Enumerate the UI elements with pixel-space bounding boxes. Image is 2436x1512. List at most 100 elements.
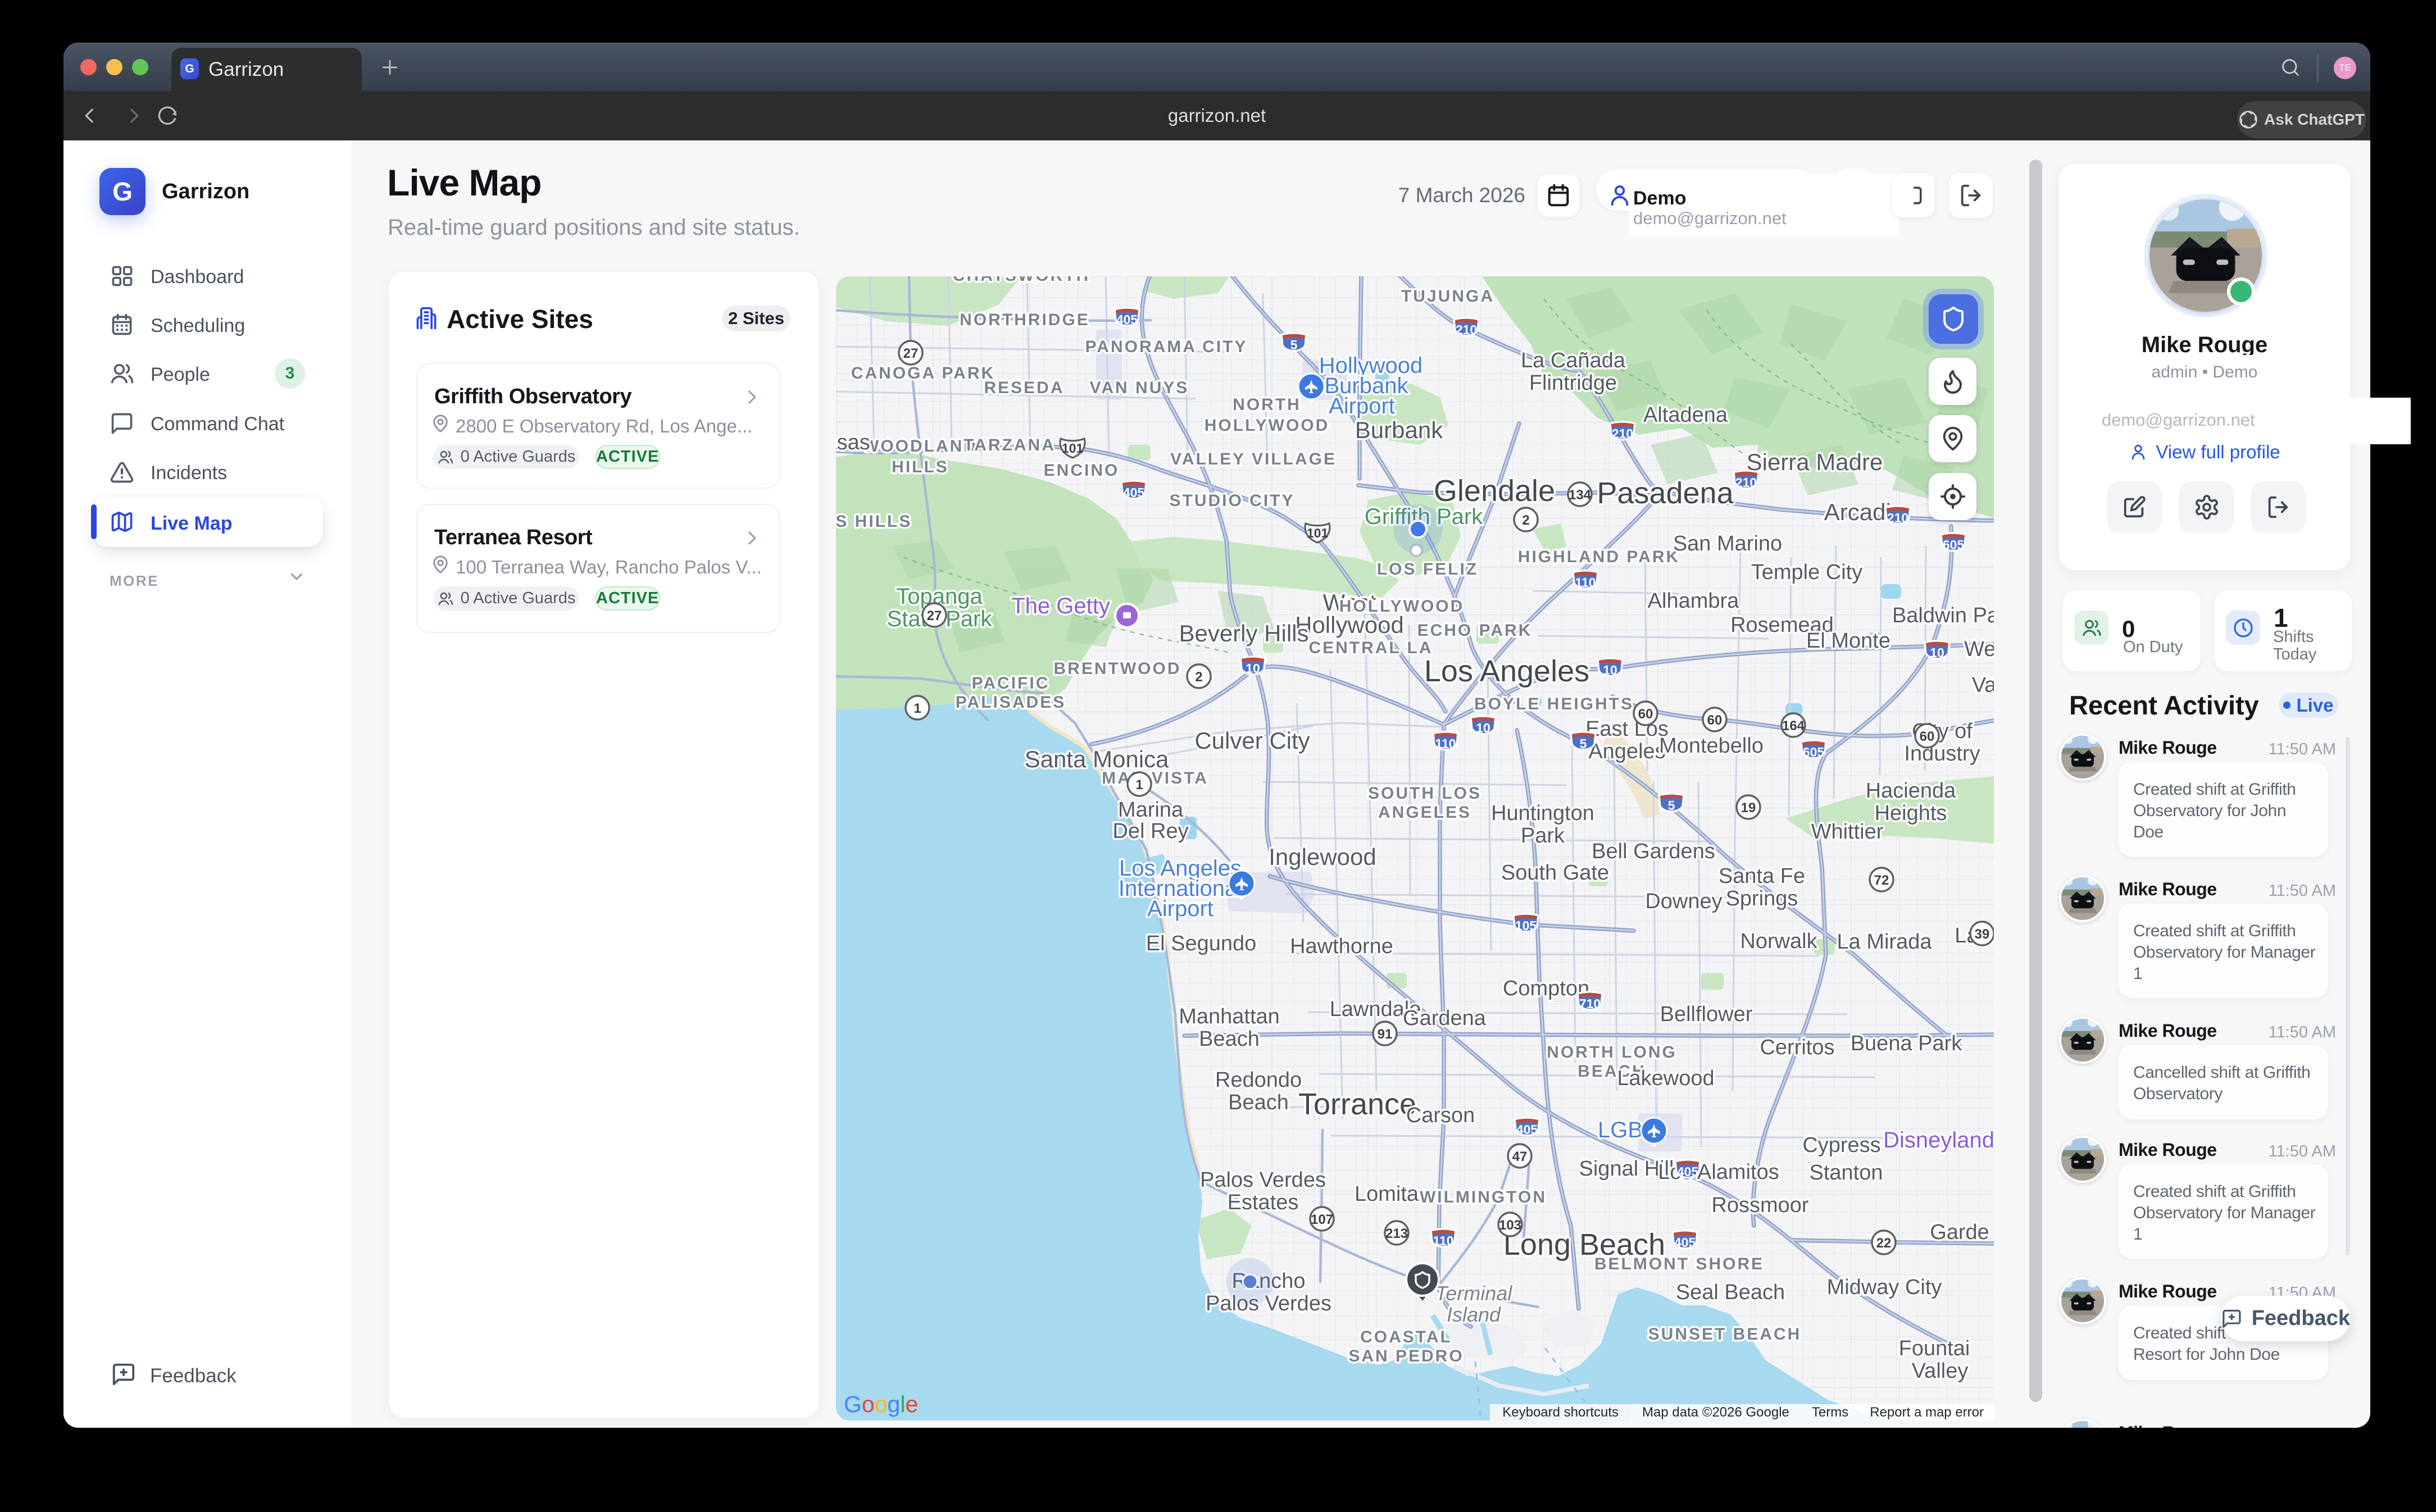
svg-text:VALLEY VILLAGE: VALLEY VILLAGE	[1170, 450, 1337, 468]
svg-text:39: 39	[1975, 927, 1990, 942]
svg-text:72: 72	[1874, 873, 1889, 888]
svg-text:Midway City: Midway City	[1827, 1276, 1942, 1299]
svg-text:103: 103	[1499, 1218, 1521, 1233]
svg-text:Valley: Valley	[1912, 1359, 1969, 1383]
svg-text:Torrance: Torrance	[1298, 1087, 1416, 1121]
svg-text:Gardena: Gardena	[1403, 1007, 1487, 1030]
svg-text:Vali: Vali	[1972, 673, 1994, 697]
svg-text:SUNSET BEACH: SUNSET BEACH	[1648, 1325, 1802, 1344]
svg-text:Norwalk: Norwalk	[1740, 930, 1817, 953]
svg-text:Carson: Carson	[1406, 1104, 1475, 1127]
svg-text:CANOGA PARK: CANOGA PARK	[851, 364, 995, 382]
svg-text:Airport: Airport	[1147, 896, 1214, 921]
svg-text:RESEDA: RESEDA	[984, 379, 1064, 397]
svg-text:Seal Beach: Seal Beach	[1676, 1281, 1785, 1304]
svg-text:La Mirada: La Mirada	[1837, 930, 1933, 954]
svg-text:1: 1	[1135, 777, 1143, 793]
svg-text:164: 164	[1782, 718, 1805, 734]
svg-text:2: 2	[1522, 513, 1529, 528]
svg-text:PALISADES: PALISADES	[956, 693, 1066, 712]
svg-text:CENTRAL LA: CENTRAL LA	[1308, 639, 1433, 657]
svg-text:Inglewood: Inglewood	[1269, 844, 1376, 870]
svg-text:NORTH LONG: NORTH LONG	[1547, 1043, 1677, 1062]
svg-text:Santa Monica: Santa Monica	[1025, 746, 1169, 772]
svg-text:210: 210	[1612, 426, 1633, 441]
svg-text:10: 10	[1603, 663, 1617, 677]
svg-text:27: 27	[903, 346, 919, 361]
svg-text:El Monte: El Monte	[1806, 629, 1890, 653]
svg-text:Beach: Beach	[1199, 1027, 1260, 1051]
svg-text:27: 27	[927, 608, 942, 623]
svg-text:Fountai: Fountai	[1899, 1337, 1970, 1360]
svg-text:405: 405	[1116, 312, 1138, 327]
svg-text:Whittier: Whittier	[1811, 820, 1884, 844]
svg-text:134: 134	[1569, 488, 1592, 503]
svg-text:210: 210	[1456, 322, 1477, 337]
svg-text:Marina: Marina	[1118, 798, 1184, 822]
svg-text:605: 605	[1803, 745, 1825, 759]
svg-text:Los Angeles: Los Angeles	[1424, 654, 1589, 688]
svg-text:Beverly Hills: Beverly Hills	[1179, 620, 1308, 646]
svg-text:Hacienda: Hacienda	[1866, 779, 1956, 803]
svg-text:MAR VISTA: MAR VISTA	[1102, 769, 1208, 787]
svg-text:10: 10	[1930, 645, 1944, 660]
svg-text:La Cañada: La Cañada	[1521, 349, 1626, 372]
svg-text:AS HILLS: AS HILLS	[836, 512, 912, 531]
svg-text:Angeles: Angeles	[1588, 740, 1665, 763]
svg-text:60: 60	[1920, 729, 1935, 744]
svg-text:STUDIO CITY: STUDIO CITY	[1169, 491, 1294, 510]
svg-text:Cypress: Cypress	[1802, 1133, 1880, 1157]
svg-text:Terminal: Terminal	[1435, 1282, 1513, 1305]
svg-text:ANGELES: ANGELES	[1378, 803, 1471, 822]
svg-text:10: 10	[1476, 721, 1490, 735]
svg-text:107: 107	[1311, 1212, 1333, 1227]
svg-text:Sierra Madre: Sierra Madre	[1747, 449, 1883, 475]
svg-text:110: 110	[1575, 575, 1596, 590]
svg-text:HIGHLAND PARK: HIGHLAND PARK	[1518, 548, 1680, 566]
svg-text:Island: Island	[1447, 1303, 1501, 1326]
svg-text:Huntington: Huntington	[1491, 801, 1594, 825]
svg-text:BOYLE HEIGHTS: BOYLE HEIGHTS	[1474, 695, 1634, 713]
svg-text:HILLS: HILLS	[892, 458, 949, 476]
svg-text:East Los: East Los	[1585, 717, 1669, 741]
svg-text:TUJUNGA: TUJUNGA	[1401, 287, 1494, 306]
svg-text:110: 110	[1435, 736, 1456, 751]
svg-text:213: 213	[1385, 1226, 1408, 1241]
svg-text:Montebello: Montebello	[1659, 734, 1764, 758]
svg-text:LGB: LGB	[1598, 1118, 1643, 1142]
svg-text:Rossmoor: Rossmoor	[1711, 1194, 1808, 1217]
svg-text:Flintridge: Flintridge	[1529, 371, 1617, 395]
svg-text:WOODLAND: WOODLAND	[863, 437, 978, 456]
svg-text:Heights: Heights	[1875, 801, 1947, 825]
svg-text:COASTAL: COASTAL	[1360, 1328, 1452, 1346]
svg-text:San Marino: San Marino	[1673, 532, 1782, 555]
svg-text:Buena Park: Buena Park	[1851, 1032, 1963, 1055]
svg-text:Industry: Industry	[1904, 742, 1980, 766]
svg-text:Hollywood: Hollywood	[1295, 612, 1404, 638]
svg-text:Park: Park	[1521, 824, 1565, 848]
svg-text:47: 47	[1512, 1149, 1528, 1164]
svg-text:SAN PEDRO: SAN PEDRO	[1348, 1347, 1464, 1365]
svg-text:101: 101	[1062, 441, 1084, 456]
svg-text:5: 5	[1668, 798, 1675, 813]
svg-text:10: 10	[1246, 661, 1260, 676]
svg-text:LOS FELIZ: LOS FELIZ	[1377, 560, 1478, 579]
svg-text:Manhattan: Manhattan	[1179, 1005, 1280, 1028]
svg-text:TARZANA: TARZANA	[964, 436, 1056, 454]
svg-text:60: 60	[1638, 707, 1653, 722]
svg-text:105: 105	[1515, 918, 1537, 933]
svg-text:Santa Fe: Santa Fe	[1719, 864, 1805, 888]
svg-text:El Segundo: El Segundo	[1146, 932, 1257, 955]
svg-text:Bell Gardens: Bell Gardens	[1592, 840, 1715, 863]
svg-text:Pasadena: Pasadena	[1597, 476, 1734, 510]
svg-text:22: 22	[1876, 1236, 1892, 1251]
svg-text:19: 19	[1741, 800, 1756, 816]
svg-text:210: 210	[1887, 511, 1908, 525]
svg-text:405: 405	[1516, 1122, 1538, 1137]
svg-text:Glendale: Glendale	[1434, 474, 1555, 508]
svg-text:BELMONT SHORE: BELMONT SHORE	[1594, 1255, 1764, 1273]
svg-text:HOLLYWOOD: HOLLYWOOD	[1339, 597, 1465, 616]
svg-text:South Gate: South Gate	[1501, 861, 1609, 885]
svg-text:NORTHRIDGE: NORTHRIDGE	[960, 311, 1090, 329]
svg-text:BRENTWOOD: BRENTWOOD	[1054, 659, 1181, 678]
